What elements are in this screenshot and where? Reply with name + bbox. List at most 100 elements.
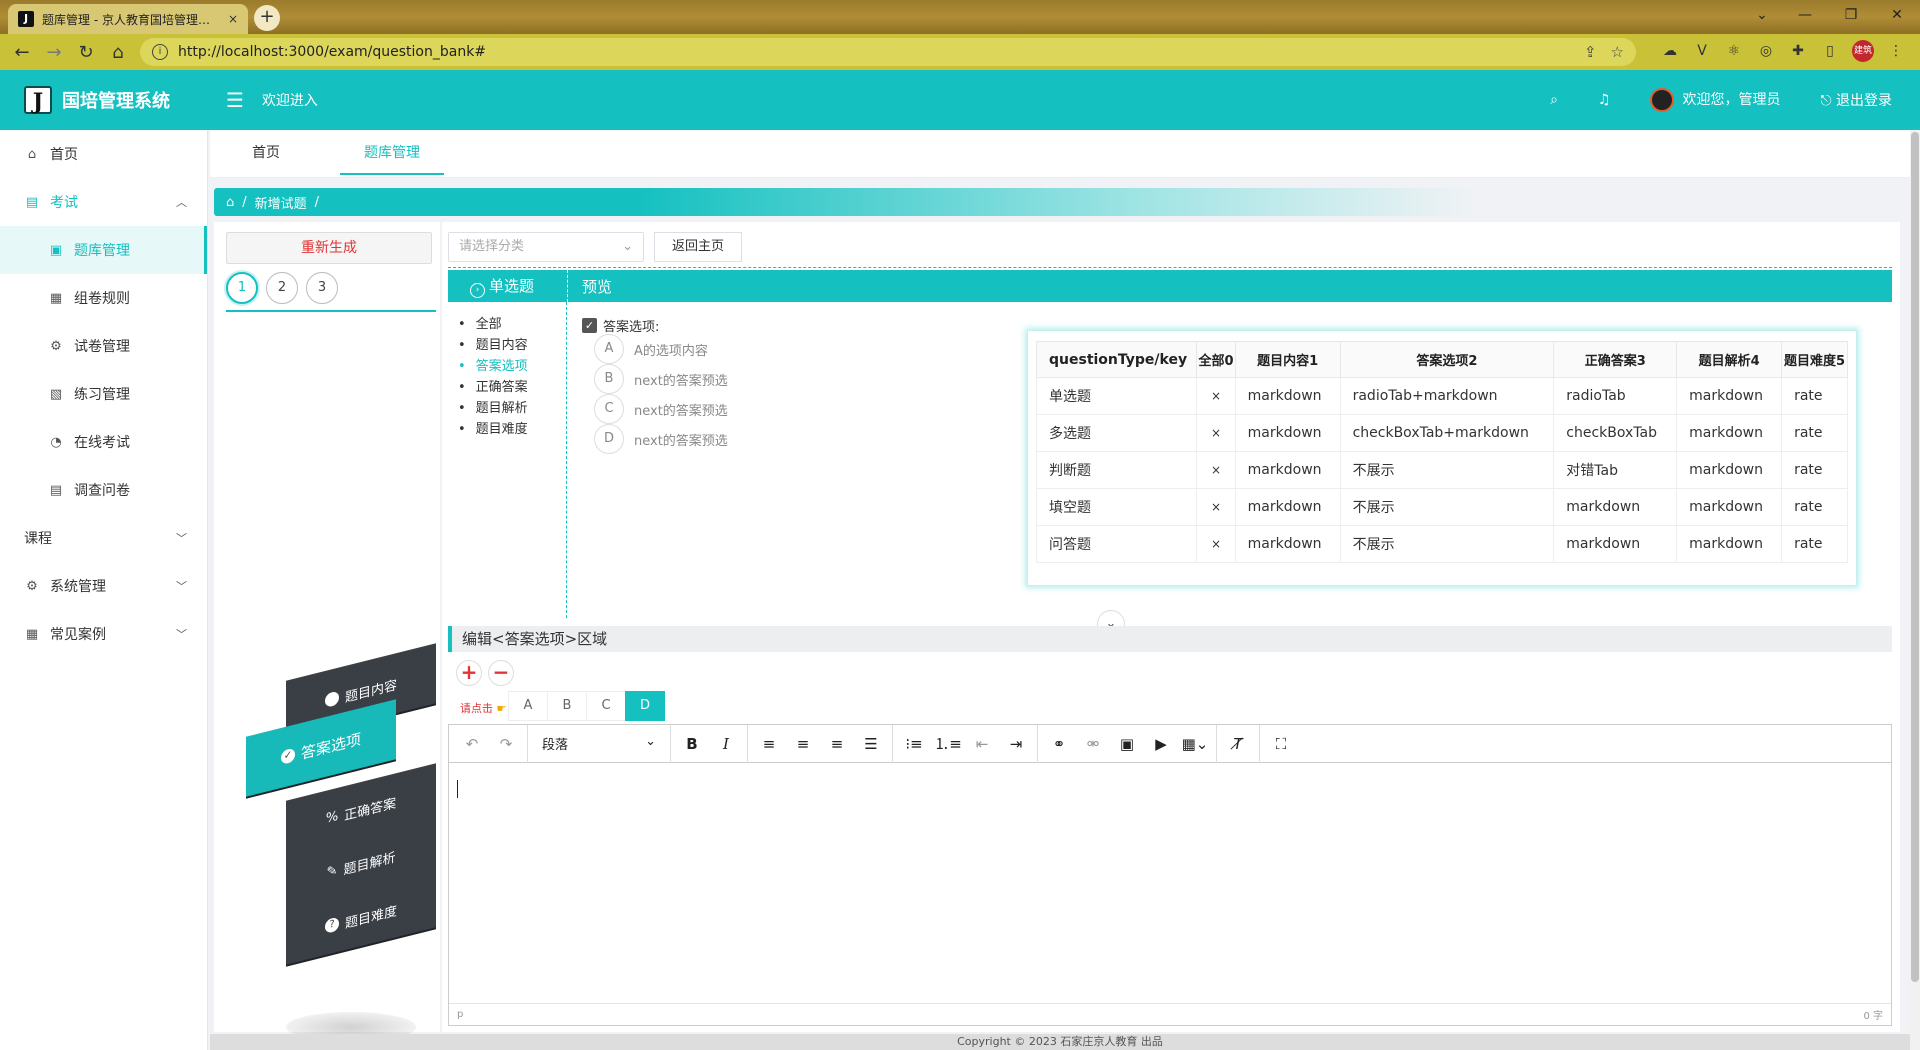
sidebar-item-home[interactable]: ⌂ 首页 bbox=[0, 130, 207, 178]
add-option-button[interactable]: + bbox=[456, 660, 482, 686]
logout-button[interactable]: ⎋ 退出登录 bbox=[1820, 90, 1892, 110]
minimize-icon[interactable]: — bbox=[1782, 0, 1828, 30]
redo-icon[interactable]: ↷ bbox=[489, 735, 523, 753]
table-icon[interactable]: ▦⌄ bbox=[1178, 735, 1212, 753]
click-hint: 请点击 ☛ bbox=[460, 700, 506, 716]
option-row[interactable]: A A的选项内容 bbox=[594, 334, 708, 364]
category-select[interactable]: 请选择分类 ⌄ bbox=[448, 232, 644, 262]
home-icon[interactable]: ⌂ bbox=[226, 195, 234, 210]
field-item[interactable]: 全部 bbox=[458, 314, 528, 335]
user-menu[interactable]: 欢迎您，管理员 bbox=[1650, 88, 1780, 112]
align-left-icon[interactable]: ≡ bbox=[752, 735, 786, 753]
italic-icon[interactable]: I bbox=[709, 735, 743, 753]
remove-option-button[interactable]: − bbox=[488, 660, 514, 686]
field-item[interactable]: 题目解析 bbox=[458, 398, 528, 419]
sidebar-item-practice[interactable]: ▧ 练习管理 bbox=[0, 370, 207, 418]
option-tab[interactable]: B bbox=[547, 691, 587, 721]
option-row[interactable]: D next的答案预选 bbox=[594, 424, 728, 454]
table-cell: 单选题 bbox=[1035, 377, 1198, 415]
chevron-down-icon: ⌄ bbox=[645, 734, 656, 749]
option-tab[interactable]: C bbox=[586, 691, 626, 721]
align-right-icon[interactable]: ≡ bbox=[820, 735, 854, 753]
tab-close-icon[interactable]: × bbox=[228, 12, 238, 26]
sidebar-item-question-bank[interactable]: ▣ 题库管理 bbox=[0, 226, 207, 274]
table-header: 全部0 bbox=[1196, 341, 1236, 378]
question-number[interactable]: 3 bbox=[306, 272, 338, 304]
site-info-icon[interactable]: i bbox=[152, 44, 168, 60]
field-item[interactable]: 题目难度 bbox=[458, 419, 528, 440]
browser-menu-icon[interactable]: ⋮ bbox=[1886, 41, 1906, 61]
question-type[interactable]: › 单选题 bbox=[448, 270, 568, 302]
bell-icon[interactable]: ♫ bbox=[1598, 92, 1611, 108]
logo[interactable]: J 国培管理系统 bbox=[0, 86, 208, 115]
sidebar-item-cases[interactable]: ▦ 常见案例 ﹀ bbox=[0, 610, 207, 658]
profile-avatar[interactable]: 建筑 bbox=[1852, 40, 1874, 62]
sidebar-item-online-exam[interactable]: ◔ 在线考试 bbox=[0, 418, 207, 466]
question-number[interactable]: 2 bbox=[266, 272, 298, 304]
sidebar-item-course[interactable]: 课程 ﹀ bbox=[0, 514, 207, 562]
tab-search-icon[interactable]: ⌄ bbox=[1742, 0, 1782, 30]
search-icon[interactable]: ⌕ bbox=[1550, 92, 1558, 108]
video-icon[interactable]: ▶ bbox=[1144, 735, 1178, 753]
image-icon[interactable]: ▣ bbox=[1110, 735, 1144, 753]
table-cell: 不展示 bbox=[1339, 525, 1555, 563]
checkbox-icon[interactable]: ✓ bbox=[582, 318, 597, 333]
back-home-button[interactable]: 返回主页 bbox=[654, 232, 742, 262]
option-row[interactable]: C next的答案预选 bbox=[594, 394, 728, 424]
field-item[interactable]: 答案选项 bbox=[458, 356, 528, 377]
question-number[interactable]: 1 bbox=[226, 272, 258, 304]
option-tab[interactable]: D bbox=[625, 691, 665, 721]
sidebar-item-system[interactable]: ⚙ 系统管理 ﹀ bbox=[0, 562, 207, 610]
table-header: 题目内容1 bbox=[1234, 341, 1341, 378]
logout-icon: ⎋ bbox=[1820, 93, 1836, 109]
link-icon[interactable]: ⚭ bbox=[1042, 735, 1076, 753]
reload-icon[interactable]: ↻ bbox=[70, 42, 102, 63]
indent-icon[interactable]: ⇥ bbox=[999, 735, 1033, 753]
restore-icon[interactable]: ❐ bbox=[1828, 0, 1874, 30]
option-row[interactable]: B next的答案预选 bbox=[594, 364, 728, 394]
back-arrow-icon[interactable]: ← bbox=[6, 42, 38, 63]
regenerate-button[interactable]: 重新生成 bbox=[226, 232, 432, 264]
browser-tab[interactable]: J 题库管理 - 京人教育国培管理系统 × bbox=[8, 4, 248, 34]
sidepanel-icon[interactable]: ▯ bbox=[1820, 41, 1840, 61]
tab-home[interactable]: 首页 bbox=[210, 130, 322, 177]
address-url[interactable]: http://localhost:3000/exam/question_bank… bbox=[178, 44, 1584, 60]
sidebar-item-survey[interactable]: ▤ 调查问卷 bbox=[0, 466, 207, 514]
align-justify-icon[interactable]: ☰ bbox=[854, 735, 888, 753]
address-bar[interactable]: i http://localhost:3000/exam/question_ba… bbox=[140, 38, 1636, 66]
numbered-list-icon[interactable]: ⒈≡ bbox=[931, 733, 965, 754]
forward-arrow-icon[interactable]: → bbox=[38, 42, 70, 63]
sidebar-item-paper-rules[interactable]: ▦ 组卷规则 bbox=[0, 274, 207, 322]
option-tab[interactable]: A bbox=[508, 691, 548, 721]
undo-icon[interactable]: ↶ bbox=[455, 735, 489, 753]
table-cell: rate bbox=[1781, 377, 1848, 415]
extension-cloud-icon[interactable]: ☁ bbox=[1660, 41, 1680, 61]
sidebar-item-label: 系统管理 bbox=[50, 579, 106, 595]
extensions-puzzle-icon[interactable]: ✚ bbox=[1788, 41, 1808, 61]
extension-react-icon[interactable]: ⚛ bbox=[1724, 41, 1744, 61]
table-header: 题目难度5 bbox=[1781, 341, 1848, 378]
bold-icon[interactable]: B bbox=[675, 735, 709, 753]
tab-question-bank[interactable]: 题库管理 bbox=[322, 130, 462, 177]
home-browser-icon[interactable]: ⌂ bbox=[102, 42, 134, 63]
bookmark-star-icon[interactable]: ☆ bbox=[1611, 43, 1624, 61]
clear-format-icon[interactable]: T̸ bbox=[1221, 735, 1255, 753]
unlink-icon[interactable]: ⚮ bbox=[1076, 735, 1110, 753]
new-tab-button[interactable]: + bbox=[254, 5, 280, 31]
paragraph-select[interactable]: 段落 ⌄ bbox=[532, 734, 666, 753]
share-icon[interactable]: ⇪ bbox=[1584, 43, 1597, 61]
extension-vue-icon[interactable]: V bbox=[1692, 41, 1712, 61]
bullet-list-icon[interactable]: ⁝≡ bbox=[897, 735, 931, 753]
menu-toggle-icon[interactable]: ☰ bbox=[226, 88, 244, 112]
sidebar-item-exam[interactable]: ▤ 考试 ︿ bbox=[0, 178, 207, 226]
align-center-icon[interactable]: ≡ bbox=[786, 735, 820, 753]
field-item[interactable]: 题目内容 bbox=[458, 335, 528, 356]
close-window-icon[interactable]: ✕ bbox=[1874, 0, 1920, 30]
extension-ring-icon[interactable]: ◎ bbox=[1756, 41, 1776, 61]
fullscreen-icon[interactable]: ⛶ bbox=[1264, 735, 1298, 753]
field-item[interactable]: 正确答案 bbox=[458, 377, 528, 398]
outdent-icon[interactable]: ⇤ bbox=[965, 735, 999, 753]
editor-content[interactable] bbox=[449, 764, 1891, 1003]
sidebar-item-paper-manage[interactable]: ⚙ 试卷管理 bbox=[0, 322, 207, 370]
scrollbar-thumb[interactable] bbox=[1911, 132, 1919, 982]
